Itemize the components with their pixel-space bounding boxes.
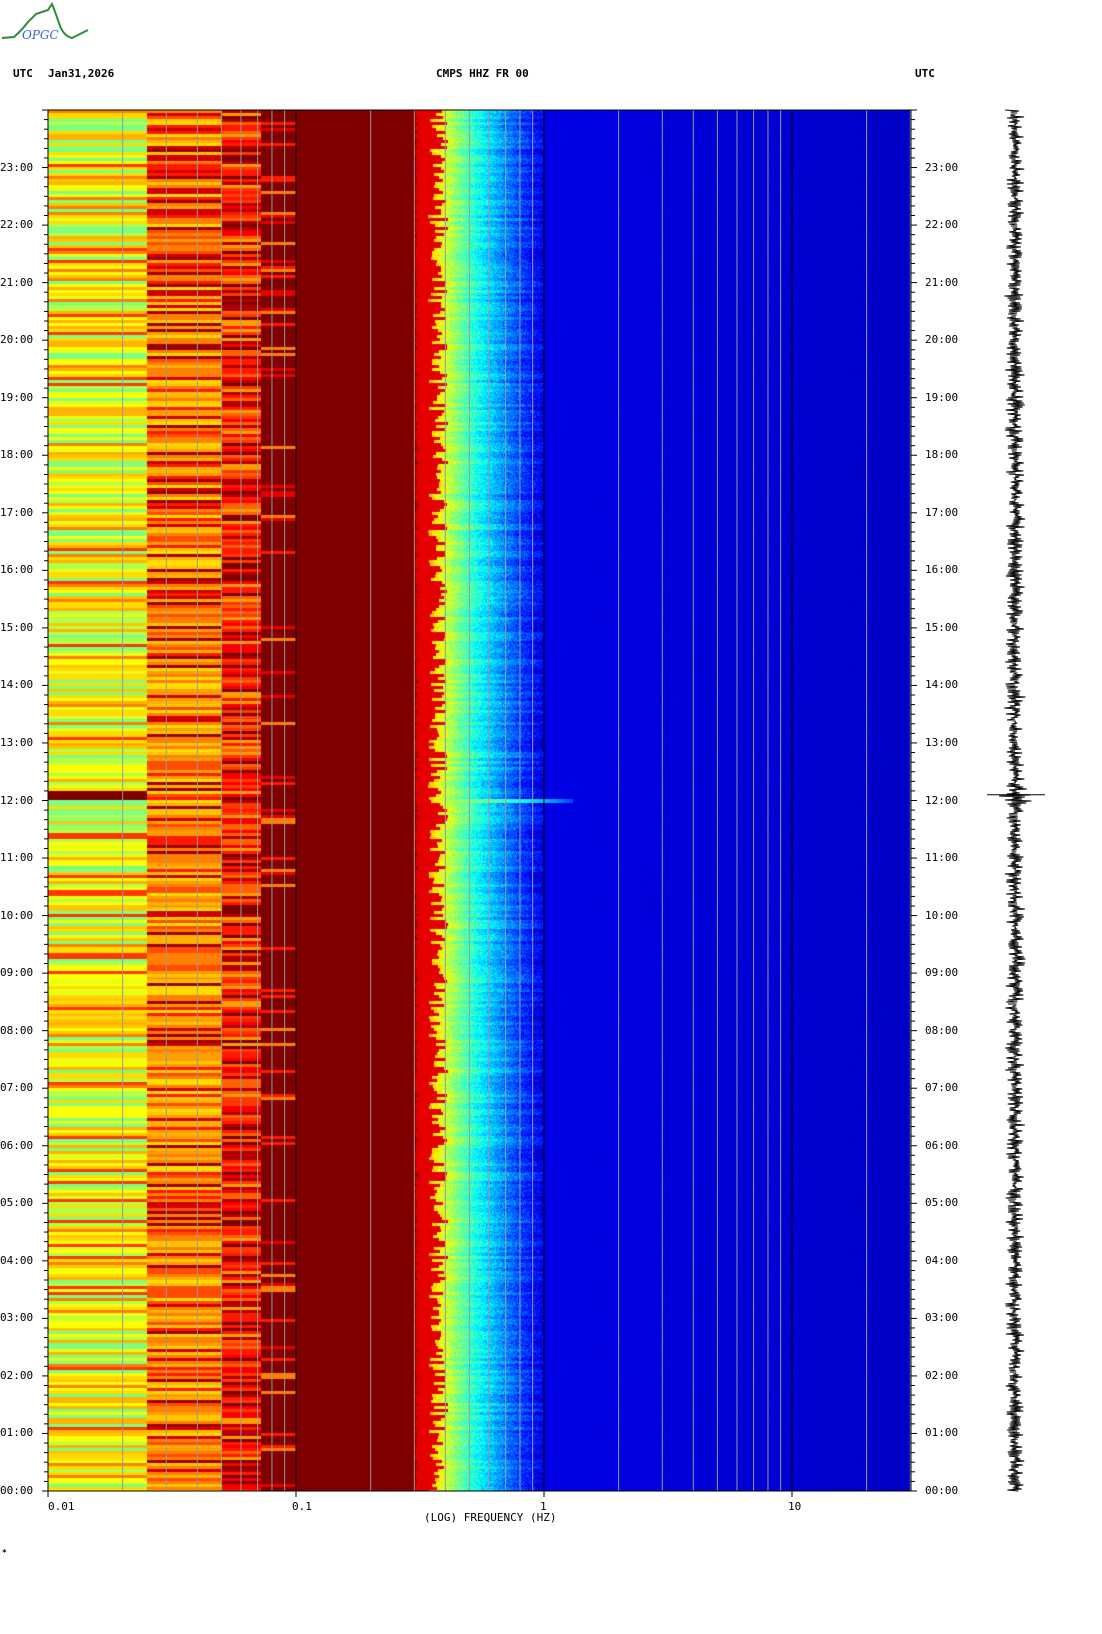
y-tick-label-left: 11:00 xyxy=(0,851,34,865)
y-tick-label-right: 10:00 xyxy=(925,908,959,922)
x-tick-label: 10 xyxy=(788,1500,802,1513)
y-tick-label-left: 20:00 xyxy=(0,333,34,347)
y-tick-label-left: 14:00 xyxy=(0,678,34,692)
y-tick-label-left: 16:00 xyxy=(0,563,34,577)
y-tick-label-right: 19:00 xyxy=(925,390,959,404)
x-axis-label: (LOG) FREQUENCY (HZ) xyxy=(424,1511,557,1524)
y-tick-label-right: 05:00 xyxy=(925,1196,959,1210)
y-tick-label-right: 13:00 xyxy=(925,735,959,749)
y-tick-label-left: 09:00 xyxy=(0,966,34,980)
y-tick-label-left: 01:00 xyxy=(0,1426,34,1440)
y-tick-label-right: 02:00 xyxy=(925,1368,959,1382)
y-tick-label-left: 23:00 xyxy=(0,160,34,174)
seismogram-trace xyxy=(987,109,1045,1492)
y-tick-label-left: 04:00 xyxy=(0,1253,34,1267)
y-tick-label-left: 07:00 xyxy=(0,1081,34,1095)
y-tick-label-right: 14:00 xyxy=(925,678,959,692)
y-tick-label-right: 08:00 xyxy=(925,1023,959,1037)
y-tick-label-left: 06:00 xyxy=(0,1138,34,1152)
y-tick-label-left: 17:00 xyxy=(0,505,34,519)
y-tick-label-right: 04:00 xyxy=(925,1253,959,1267)
y-tick-label-left: 21:00 xyxy=(0,275,34,289)
spectrogram-axes xyxy=(42,109,917,1497)
x-tick-label: 0.01 xyxy=(48,1500,75,1513)
y-tick-label-right: 22:00 xyxy=(925,218,959,232)
y-tick-label-left: 03:00 xyxy=(0,1311,34,1325)
seismogram-waveform xyxy=(999,109,1032,1492)
y-tick-label-right: 18:00 xyxy=(925,448,959,462)
y-tick-label-right: 03:00 xyxy=(925,1311,959,1325)
y-tick-label-right: 07:00 xyxy=(925,1081,959,1095)
y-tick-label-left: 19:00 xyxy=(0,390,34,404)
y-tick-label-left: 13:00 xyxy=(0,735,34,749)
plot-frame xyxy=(47,109,912,1492)
y-tick-label-right: 09:00 xyxy=(925,966,959,980)
y-tick-label-left: 05:00 xyxy=(0,1196,34,1210)
y-tick-label-right: 21:00 xyxy=(925,275,959,289)
y-tick-label-right: 20:00 xyxy=(925,333,959,347)
y-tick-label-left: 12:00 xyxy=(0,793,34,807)
y-tick-label-right: 23:00 xyxy=(925,160,959,174)
y-tick-label-right: 15:00 xyxy=(925,620,959,634)
y-tick-label-right: 11:00 xyxy=(925,851,959,865)
y-tick-label-left: 08:00 xyxy=(0,1023,34,1037)
y-tick-label-right: 16:00 xyxy=(925,563,959,577)
y-tick-label-right: 12:00 xyxy=(925,793,959,807)
y-tick-label-left: 18:00 xyxy=(0,448,34,462)
y-tick-label-left: 02:00 xyxy=(0,1368,34,1382)
y-tick-label-left: 10:00 xyxy=(0,908,34,922)
y-tick-label-left: 15:00 xyxy=(0,620,34,634)
footer-mark: * xyxy=(2,1548,7,1557)
x-tick-label: 0.1 xyxy=(292,1500,312,1513)
y-tick-label-right: 00:00 xyxy=(925,1484,959,1497)
y-tick-label-right: 17:00 xyxy=(925,505,959,519)
y-tick-label-right: 01:00 xyxy=(925,1426,959,1440)
y-tick-label-left: 00:00 xyxy=(0,1484,34,1497)
y-tick-label-right: 06:00 xyxy=(925,1138,959,1152)
y-tick-label-left: 22:00 xyxy=(0,218,34,232)
